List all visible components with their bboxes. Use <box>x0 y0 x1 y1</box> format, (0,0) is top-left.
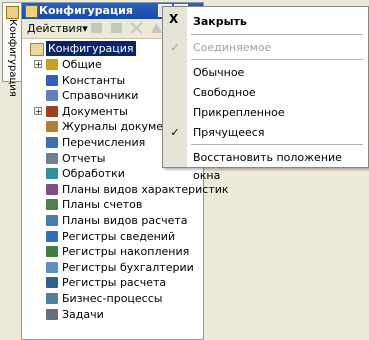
calculation-registers-icon <box>46 277 58 289</box>
tree-root-label: Конфигурация <box>46 41 136 56</box>
menu-item-floating[interactable]: Свободное <box>163 84 368 102</box>
tree-item-label: Регистры бухгалтерии <box>62 260 194 274</box>
tree-item-label: Отчеты <box>62 151 106 165</box>
menu-item-label: Восстановить положение окна <box>193 151 342 182</box>
tree-item-label: Документы <box>62 104 128 118</box>
common-icon <box>46 59 58 70</box>
delete-icon[interactable] <box>130 22 143 34</box>
constants-icon <box>46 74 58 86</box>
menu-item-label: Обычное <box>193 66 245 79</box>
tree-item-label: Планы счетов <box>62 198 143 212</box>
tree-item-label: Обработки <box>62 167 125 181</box>
menu-item-label: Закрыть <box>193 15 247 28</box>
actions-label: Действия <box>27 22 83 35</box>
tree-item-label: Перечисления <box>62 136 146 149</box>
check-icon: ✓ <box>170 126 180 139</box>
menu-separator <box>191 34 363 35</box>
side-tab-configuration[interactable]: Конфигурация <box>2 2 21 97</box>
menu-item-autohide[interactable]: ✓ Прячущееся <box>163 124 368 142</box>
menu-item-restore-position[interactable]: Восстановить положение окна <box>163 149 368 182</box>
panel-title: Конфигурация <box>39 4 133 17</box>
tree-item-label: Планы видов расчета <box>62 214 188 227</box>
tree-item-label: Задачи <box>62 307 104 321</box>
configuration-icon <box>30 43 44 56</box>
processing-icon <box>46 168 58 180</box>
calculation-types-icon <box>46 215 58 226</box>
menu-item-attached[interactable]: Прикрепленное <box>163 104 368 122</box>
reports-icon <box>46 152 58 164</box>
accounting-registers-icon <box>46 261 58 273</box>
tasks-icon <box>46 308 58 320</box>
characteristic-types-icon <box>46 183 58 195</box>
menu-item-label: Свободное <box>193 86 256 99</box>
menu-item-label: Прикрепленное <box>193 106 285 119</box>
menu-item-label: Соединяемое <box>193 41 272 54</box>
window-mode-menu: X Закрыть ✓ Соединяемое Обычное Свободное При… <box>162 6 369 182</box>
tree-item-label: Регистры расчета <box>62 276 167 290</box>
menu-separator <box>191 59 363 60</box>
enums-icon <box>46 137 58 148</box>
tree-item-label: Регистры сведений <box>62 229 176 243</box>
configuration-icon <box>25 5 38 18</box>
catalogs-icon <box>46 90 58 102</box>
info-registers-icon <box>46 230 58 242</box>
chart-of-accounts-icon <box>46 199 58 211</box>
tree-item-label: Справочники <box>62 89 139 103</box>
menu-item-dockable[interactable]: ✓ Соединяемое <box>163 39 368 57</box>
menu-item-normal[interactable]: Обычное <box>163 64 368 82</box>
journals-icon <box>46 121 58 133</box>
accumulation-registers-icon <box>46 246 58 258</box>
check-icon: ✓ <box>170 41 180 54</box>
actions-menu-button[interactable]: Действия▾ <box>27 22 88 35</box>
menu-separator <box>191 144 363 145</box>
expand-icon[interactable]: + <box>34 60 42 69</box>
side-tab-label: Конфигурация <box>7 19 18 97</box>
business-processes-icon <box>46 293 58 304</box>
tree-item-label: Константы <box>62 73 126 87</box>
tree-item-label: Регистры накопления <box>62 245 190 259</box>
edit-icon[interactable] <box>110 22 123 34</box>
configuration-icon <box>6 6 19 19</box>
chevron-down-icon: ▾ <box>82 22 88 35</box>
expand-icon[interactable]: + <box>34 106 42 115</box>
menu-item-close[interactable]: Закрыть <box>163 13 368 31</box>
tree-item-label: Общие <box>62 58 102 71</box>
add-icon[interactable] <box>90 22 103 34</box>
documents-icon <box>46 105 58 117</box>
tree-item-label: Бизнес-процессы <box>62 292 163 305</box>
menu-item-label: Прячущееся <box>193 126 265 139</box>
